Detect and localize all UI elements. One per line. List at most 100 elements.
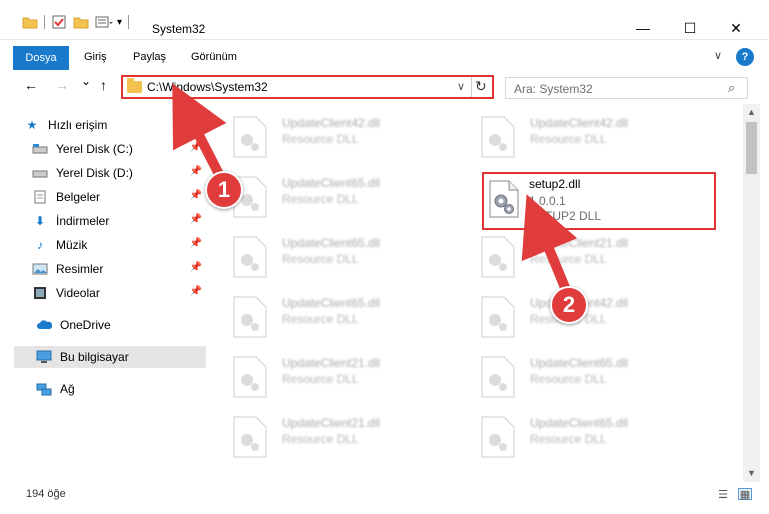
file-description: SETUP2 DLL — [529, 209, 602, 223]
sidebar-item-label: Videolar — [56, 286, 100, 300]
help-icon[interactable]: ? — [736, 48, 754, 66]
title-bar: ▾ System32 — ☐ ✕ — [0, 0, 769, 40]
sidebar-item-this-pc[interactable]: Bu bilgisayar — [14, 346, 206, 368]
file-name: UpdateClient21.dll — [282, 356, 381, 370]
file-name: UpdateClient21.dll — [282, 416, 381, 430]
dll-file-icon — [233, 116, 267, 158]
address-bar[interactable]: C:\Windows\System32 ∨ ↻ — [121, 75, 494, 99]
dll-file-icon — [233, 416, 267, 458]
maximize-button[interactable]: ☐ — [667, 16, 713, 40]
file-list: UpdateClient42.dll Resource DLL UpdateCl… — [218, 104, 743, 468]
sidebar-item-label: Bu bilgisayar — [60, 350, 129, 364]
search-placeholder[interactable]: Ara: System32 — [514, 82, 593, 96]
file-description: Resource DLL — [282, 432, 359, 446]
customize-icon[interactable] — [95, 15, 113, 29]
file-description: Resource DLL — [530, 372, 607, 386]
search-box[interactable]: Ara: System32 ⌕ — [505, 77, 748, 99]
close-button[interactable]: ✕ — [713, 16, 759, 40]
minimize-button[interactable]: — — [620, 16, 666, 40]
file-tile[interactable]: UpdateClient21.dll Resource DLL — [466, 230, 706, 284]
file-tile[interactable]: UpdateClient65.dll Resource DLL — [218, 170, 458, 224]
sidebar-item-onedrive[interactable]: OneDrive — [36, 314, 206, 336]
dll-file-icon — [481, 416, 515, 458]
file-description: Resource DLL — [530, 432, 607, 446]
file-name: UpdateClient21.dll — [530, 236, 629, 250]
navigation-bar: ← → ⌄ ↑ C:\Windows\System32 ∨ ↻ Ara: Sys… — [0, 72, 769, 102]
tab-paylas[interactable]: Paylaş — [133, 51, 166, 63]
sidebar-item-network[interactable]: Ağ — [36, 378, 206, 400]
address-dropdown-icon[interactable]: ∨ — [457, 80, 465, 93]
file-tile[interactable]: UpdateClient21.dll Resource DLL — [218, 350, 458, 404]
vertical-scrollbar[interactable]: ▲ ▼ — [743, 104, 760, 482]
sidebar-item-documents[interactable]: Belgeler 📌 — [32, 186, 206, 208]
ribbon-tabs: Dosya Giriş Paylaş Görünüm ∨ ? — [0, 46, 769, 70]
dll-file-icon — [481, 296, 515, 338]
dll-file-icon — [481, 356, 515, 398]
highlighted-file-tile[interactable]: setup2.dll 1.0.0.1 SETUP2 DLL — [482, 172, 716, 230]
dll-file-icon — [481, 116, 515, 158]
pictures-icon — [32, 262, 48, 276]
sidebar-item-label: Yerel Disk (D:) — [56, 166, 133, 180]
sidebar-item-drive-d[interactable]: Yerel Disk (D:) 📌 — [32, 162, 206, 184]
scroll-up-icon[interactable]: ▲ — [747, 107, 756, 117]
refresh-button[interactable]: ↻ — [475, 78, 487, 95]
search-icon[interactable]: ⌕ — [728, 80, 735, 96]
file-tile[interactable]: UpdateClient42.dll Resource DLL — [218, 110, 458, 164]
large-icons-view-icon[interactable]: ▦ — [738, 488, 752, 501]
tab-giris[interactable]: Giriş — [84, 51, 107, 63]
file-tile[interactable]: UpdateClient42.dll Resource DLL — [466, 110, 706, 164]
scroll-down-icon[interactable]: ▼ — [747, 468, 756, 478]
sidebar-item-downloads[interactable]: ⬇ İndirmeler 📌 — [32, 210, 206, 232]
dll-file-icon — [233, 356, 267, 398]
sidebar-item-drive-c[interactable]: Yerel Disk (C:) 📌 — [32, 138, 206, 160]
dll-gear-icon — [489, 180, 519, 218]
back-button[interactable]: ← — [24, 77, 38, 93]
download-icon: ⬇ — [34, 214, 46, 228]
forward-button[interactable]: → — [55, 77, 69, 93]
drive-icon — [32, 142, 48, 156]
file-description: Resource DLL — [530, 252, 607, 266]
address-path[interactable]: C:\Windows\System32 — [147, 80, 268, 94]
pin-icon: 📌 — [189, 262, 202, 273]
pin-icon: 📌 — [189, 238, 202, 249]
ribbon-expand-icon[interactable]: ∨ — [714, 49, 722, 62]
file-description: Resource DLL — [282, 132, 359, 146]
file-name: UpdateClient65.dll — [530, 356, 629, 370]
sidebar-item-label: Yerel Disk (C:) — [56, 142, 133, 156]
file-description: Resource DLL — [282, 192, 359, 206]
pin-icon: 📌 — [189, 190, 202, 201]
tab-gorunum[interactable]: Görünüm — [191, 51, 237, 63]
status-bar: 194 öğe ☰ ▦ — [0, 484, 769, 506]
file-tile[interactable]: UpdateClient65.dll Resource DLL — [466, 410, 706, 464]
properties-icon[interactable] — [51, 14, 67, 30]
sidebar-item-quick-access[interactable]: ★ Hızlı erişim — [24, 114, 206, 136]
file-name: UpdateClient42.dll — [530, 116, 629, 130]
sidebar-item-pictures[interactable]: Resimler 📌 — [32, 258, 206, 280]
file-tile[interactable]: UpdateClient21.dll Resource DLL — [218, 410, 458, 464]
tab-dosya[interactable]: Dosya — [13, 46, 69, 70]
up-button[interactable]: ↑ — [100, 77, 107, 93]
drive-icon — [32, 166, 48, 180]
scroll-thumb[interactable] — [746, 122, 757, 174]
video-icon — [32, 286, 48, 300]
file-tile[interactable]: UpdateClient65.dll Resource DLL — [466, 350, 706, 404]
computer-icon — [36, 350, 52, 364]
file-name: UpdateClient65.dll — [282, 236, 381, 250]
dll-file-icon — [233, 236, 267, 278]
recent-locations-button[interactable]: ⌄ — [81, 74, 91, 88]
file-name: UpdateClient65.dll — [282, 296, 381, 310]
quick-access-dropdown-icon[interactable]: ▾ — [117, 17, 122, 28]
cloud-icon — [36, 318, 52, 332]
sidebar-item-label: Hızlı erişim — [48, 118, 108, 132]
file-name: UpdateClient65.dll — [282, 176, 381, 190]
new-folder-icon[interactable] — [73, 15, 89, 29]
file-tile[interactable]: UpdateClient65.dll Resource DLL — [218, 230, 458, 284]
sidebar-item-label: OneDrive — [60, 318, 111, 332]
details-view-icon[interactable]: ☰ — [716, 488, 730, 501]
file-version: 1.0.0.1 — [529, 194, 566, 208]
file-tile[interactable]: UpdateClient65.dll Resource DLL — [218, 290, 458, 344]
quick-access-toolbar: ▾ — [22, 12, 135, 32]
sidebar-item-videos[interactable]: Videolar 📌 — [32, 282, 206, 304]
sidebar-item-music[interactable]: ♪ Müzik 📌 — [32, 234, 206, 256]
music-icon: ♪ — [37, 238, 43, 252]
